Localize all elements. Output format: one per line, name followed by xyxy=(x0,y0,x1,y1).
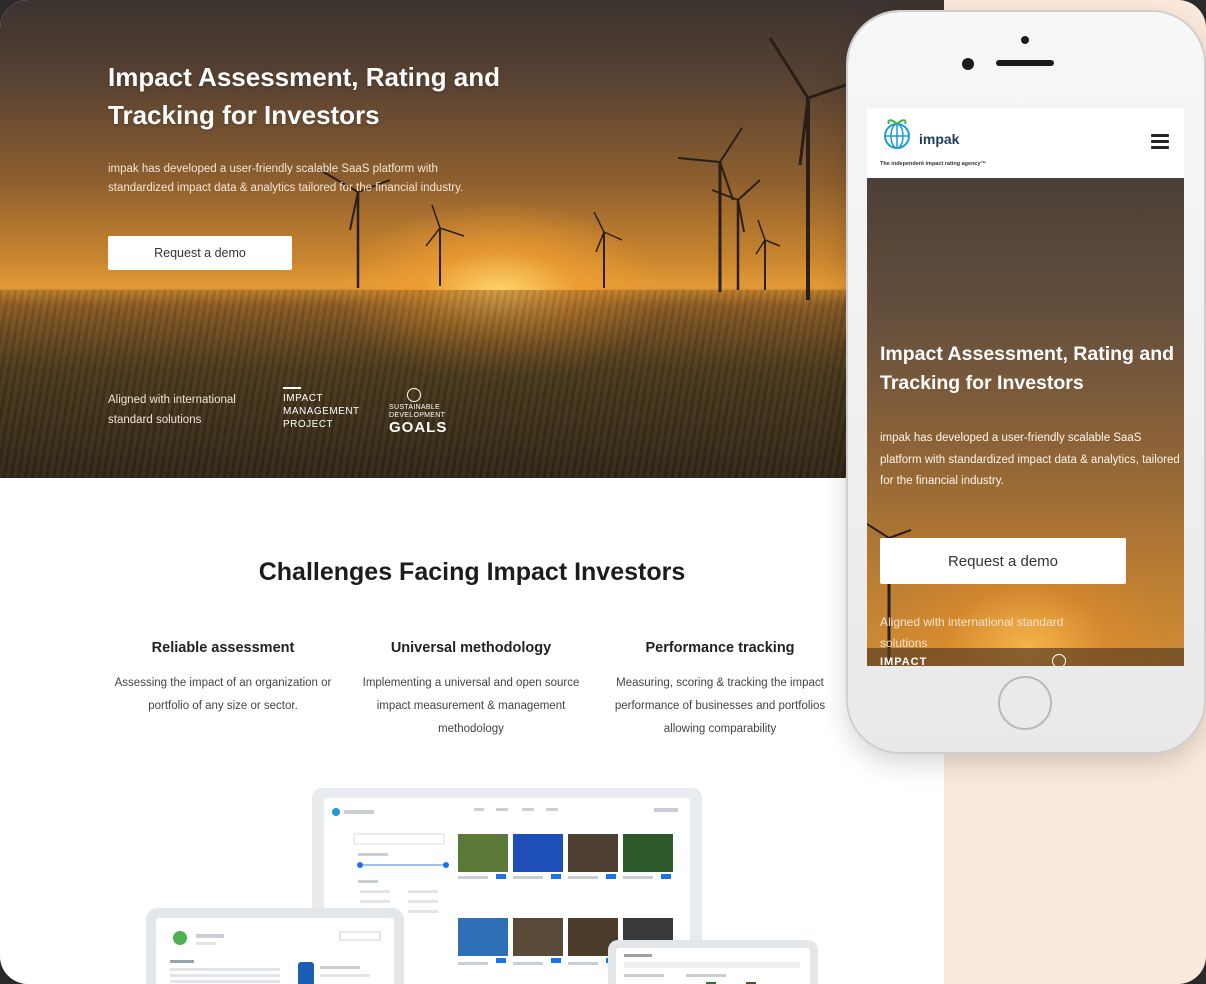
mobile-hero-description: impak has developed a user-friendly scal… xyxy=(880,432,1180,487)
request-demo-button[interactable]: Request a demo xyxy=(108,236,292,270)
showcase-frame: Impact Assessment, Rating and Tracking f… xyxy=(0,0,1206,984)
phone-screen: impak The independent impact rating agen… xyxy=(867,108,1184,666)
challenge-heading: Reliable assessment xyxy=(151,640,295,656)
home-button[interactable] xyxy=(998,676,1052,730)
brand-name[interactable]: impak xyxy=(919,131,959,147)
imp-logo-text: IMPACT MANAGEMENT PROJECT xyxy=(283,393,360,430)
challenge-column-universal: Universal methodology Implementing a uni… xyxy=(351,640,591,741)
small-screen xyxy=(616,948,810,984)
challenge-text: Assessing the impact of an organization … xyxy=(114,677,332,712)
mobile-hero: Impact Assessment, Rating and Tracking f… xyxy=(867,178,1184,666)
sdg-logo-small-text: SUSTAINABLE DEVELOPMENT xyxy=(389,404,446,419)
phone-camera xyxy=(1021,36,1029,44)
mobile-header: impak The independent impact rating agen… xyxy=(867,108,1184,179)
imp-logo-bar xyxy=(283,387,301,389)
challenge-text: Measuring, scoring & tracking the impact… xyxy=(614,677,826,735)
tablet-screenshot-image xyxy=(170,931,381,984)
mobile-aligned-text: Aligned with international standard solu… xyxy=(880,615,1064,650)
impact-management-project-logo: IMPACT MANAGEMENT PROJECT xyxy=(283,387,378,431)
mobile-impact-logo-text: IMPACT xyxy=(880,656,928,666)
challenges-title: Challenges Facing Impact Investors xyxy=(258,558,686,586)
un-globe-icon xyxy=(407,388,421,402)
challenge-text: Implementing a universal and open source… xyxy=(362,677,580,735)
desktop-page: Impact Assessment, Rating and Tracking f… xyxy=(0,0,944,984)
small-screenshot-image xyxy=(624,954,800,984)
hero-section: Impact Assessment, Rating and Tracking f… xyxy=(0,0,944,478)
mobile-turbine-image xyxy=(867,523,1184,666)
hero-description: impak has developed a user-friendly scal… xyxy=(108,163,464,194)
dashboard-small-mockup xyxy=(608,940,818,984)
impak-logo-icon xyxy=(884,119,910,149)
challenge-heading: Performance tracking xyxy=(645,640,795,656)
sdg-logo-goals-text: GOALS xyxy=(389,419,448,436)
hamburger-menu-icon[interactable] xyxy=(1151,134,1169,152)
challenge-column-performance: Performance tracking Measuring, scoring … xyxy=(600,640,840,741)
phone-front-camera xyxy=(962,58,974,70)
mobile-hero-title: Impact Assessment, Rating and Tracking f… xyxy=(880,343,1175,394)
challenge-column-reliable: Reliable assessment Assessing the impact… xyxy=(103,640,343,718)
phone-mockup: impak The independent impact rating agen… xyxy=(848,12,1204,752)
mobile-request-demo-button[interactable]: Request a demo xyxy=(880,538,1126,584)
aligned-standards-text: Aligned with international standard solu… xyxy=(108,394,236,426)
tablet-screen xyxy=(156,918,394,984)
brand-tagline: The independent impact rating agency™ xyxy=(880,161,987,167)
challenge-heading: Universal methodology xyxy=(390,640,552,656)
phone-speaker xyxy=(996,60,1054,66)
hero-title: Impact Assessment, Rating and Tracking f… xyxy=(108,62,501,130)
mobile-un-globe-icon xyxy=(1052,654,1066,666)
sdg-goals-logo: SUSTAINABLE DEVELOPMENT GOALS xyxy=(389,388,459,436)
dashboard-tablet-mockup xyxy=(146,908,404,984)
